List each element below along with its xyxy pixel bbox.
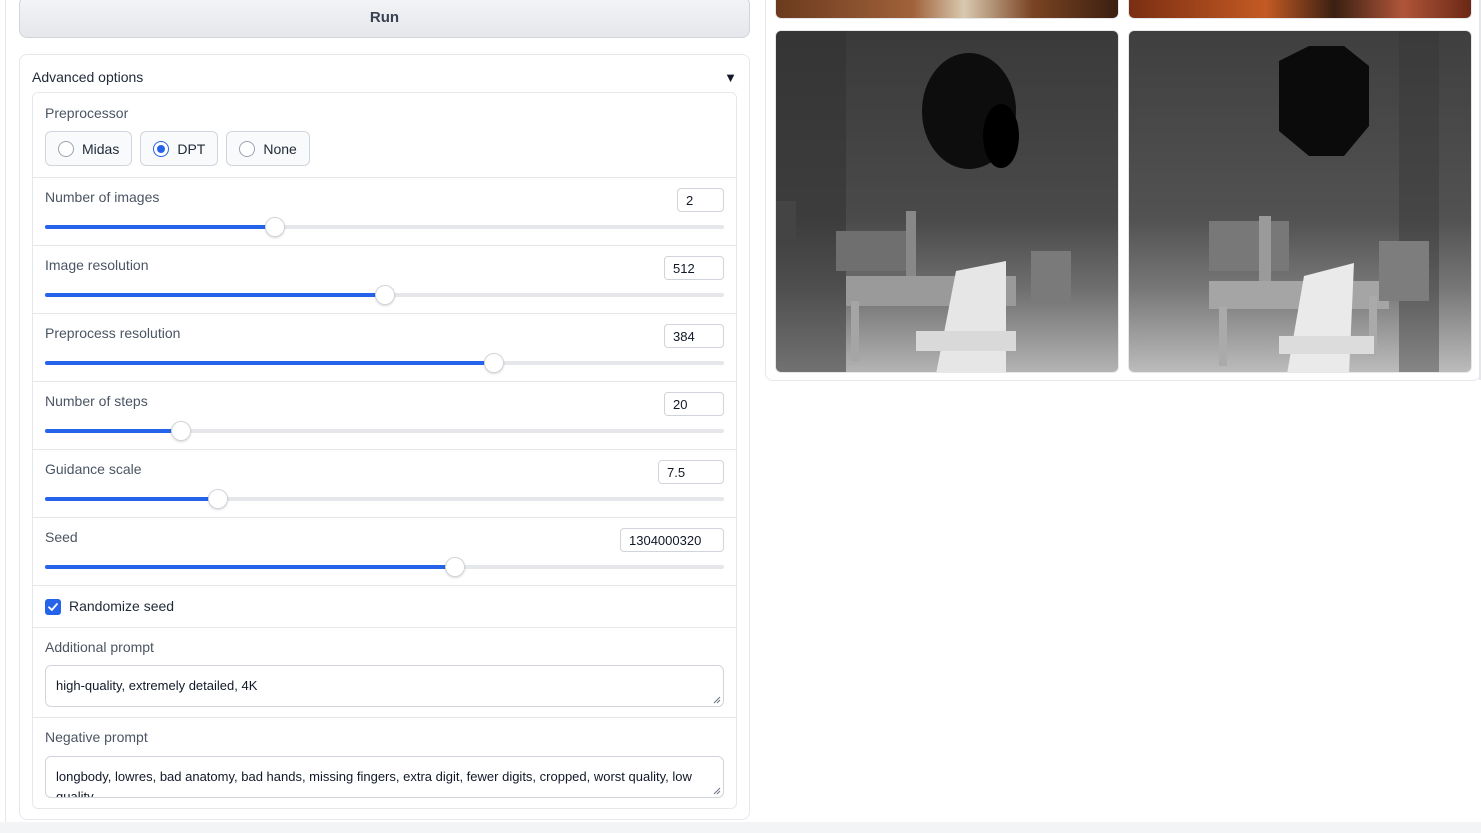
resize-grip-icon[interactable] — [713, 787, 721, 795]
radio-label: None — [263, 140, 297, 157]
slider-image-resolution: Image resolution 512 — [33, 246, 736, 314]
slider-thumb[interactable] — [208, 489, 229, 509]
slider-track[interactable] — [45, 421, 724, 441]
additional-prompt-value: high-quality, extremely detailed, 4K — [56, 678, 258, 693]
preprocessor-radio-group: Midas DPT None — [45, 131, 310, 166]
number-input[interactable]: 1304000320 — [620, 528, 724, 552]
slider-label: Seed — [45, 529, 78, 545]
slider-preprocess-resolution: Preprocess resolution 384 — [33, 314, 736, 382]
radio-checked-icon — [153, 140, 170, 157]
advanced-options-title: Advanced options — [32, 69, 144, 85]
additional-prompt-textarea[interactable]: high-quality, extremely detailed, 4K — [45, 665, 724, 707]
resize-grip-icon[interactable] — [713, 696, 721, 704]
slider-thumb[interactable] — [374, 285, 395, 305]
additional-prompt-block: Additional prompt high-quality, extremel… — [33, 628, 736, 718]
advanced-options-body: Preprocessor Midas DPT None Number of im… — [32, 92, 737, 809]
bottom-scroll-bar[interactable] — [0, 822, 1481, 833]
slider-track[interactable] — [45, 557, 724, 577]
slider-fill — [45, 293, 385, 297]
slider-label: Number of steps — [45, 393, 148, 409]
negative-prompt-block: Negative prompt longbody, lowres, bad an… — [33, 718, 736, 808]
number-input[interactable]: 384 — [664, 324, 724, 348]
slider-fill — [45, 497, 219, 501]
slider-label: Preprocess resolution — [45, 325, 181, 341]
slider-thumb[interactable] — [483, 353, 504, 373]
run-button[interactable]: Run — [19, 0, 750, 38]
slider-track[interactable] — [45, 353, 724, 373]
slider-track[interactable] — [45, 217, 724, 237]
slider-number-of-steps: Number of steps 20 — [33, 382, 736, 450]
advanced-options-header[interactable]: Advanced options ▼ — [32, 67, 737, 87]
slider-track[interactable] — [45, 285, 724, 305]
radio-dpt[interactable]: DPT — [140, 131, 219, 166]
slider-fill — [45, 429, 181, 433]
slider-seed: Seed 1304000320 — [33, 518, 736, 586]
radio-unchecked-icon — [239, 140, 256, 157]
slider-label: Image resolution — [45, 257, 149, 273]
gallery-image-depth-2[interactable] — [1128, 30, 1472, 373]
radio-none[interactable]: None — [226, 131, 310, 166]
number-input[interactable]: 2 — [677, 188, 724, 212]
slider-thumb[interactable] — [445, 557, 466, 577]
output-gallery — [765, 0, 1481, 381]
randomize-seed-row: Randomize seed — [33, 586, 736, 628]
gallery-image-room-2[interactable] — [1128, 0, 1472, 19]
preprocessor-label: Preprocessor — [45, 105, 129, 121]
radio-label: Midas — [82, 140, 120, 157]
negative-prompt-textarea[interactable]: longbody, lowres, bad anatomy, bad hands… — [45, 756, 724, 798]
randomize-seed-label: Randomize seed — [69, 598, 175, 614]
radio-label: DPT — [177, 140, 206, 157]
slider-guidance-scale: Guidance scale 7.5 — [33, 450, 736, 518]
slider-label: Number of images — [45, 189, 160, 205]
radio-midas[interactable]: Midas — [45, 131, 133, 166]
depth-map-image — [1129, 31, 1471, 372]
radio-unchecked-icon — [58, 140, 74, 157]
slider-label: Guidance scale — [45, 461, 142, 477]
slider-fill — [45, 361, 494, 365]
right-column — [765, 0, 1481, 833]
slider-number-of-images: Number of images 2 — [33, 178, 736, 246]
additional-prompt-label: Additional prompt — [45, 639, 154, 655]
negative-prompt-value: longbody, lowres, bad anatomy, bad hands… — [56, 769, 692, 798]
number-input[interactable]: 7.5 — [658, 460, 724, 484]
left-column: Run Advanced options ▼ Preprocessor Mida… — [5, 0, 760, 833]
depth-map-image — [776, 31, 1118, 372]
gallery-image-depth-1[interactable] — [775, 30, 1119, 373]
slider-thumb[interactable] — [170, 421, 191, 441]
checkmark-icon — [48, 603, 58, 611]
slider-thumb[interactable] — [264, 217, 285, 237]
slider-fill — [45, 225, 275, 229]
slider-fill — [45, 565, 456, 569]
collapse-caret-icon[interactable]: ▼ — [724, 70, 737, 85]
number-input[interactable]: 20 — [664, 392, 724, 416]
gallery-image-room-1[interactable] — [775, 0, 1119, 19]
preprocessor-block: Preprocessor Midas DPT None — [33, 93, 736, 178]
number-input[interactable]: 512 — [664, 256, 724, 280]
randomize-seed-checkbox[interactable] — [45, 599, 61, 615]
negative-prompt-label: Negative prompt — [45, 729, 148, 745]
slider-track[interactable] — [45, 489, 724, 509]
advanced-options-panel: Advanced options ▼ Preprocessor Midas DP… — [19, 54, 750, 820]
